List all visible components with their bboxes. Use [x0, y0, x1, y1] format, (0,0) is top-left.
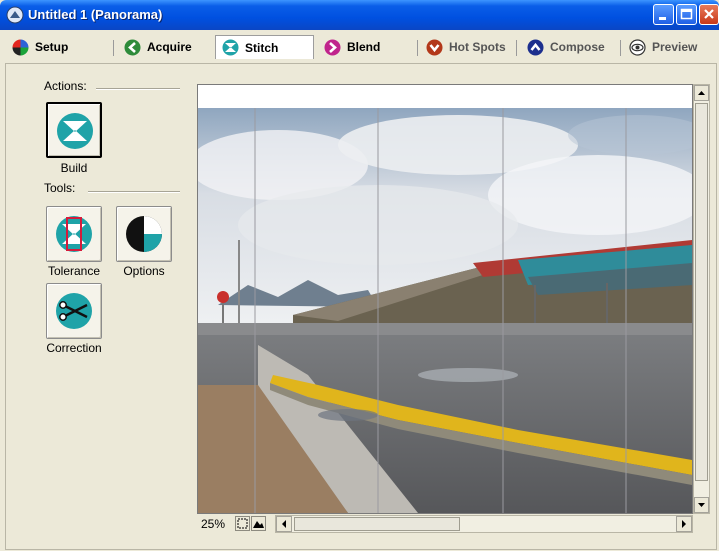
divider	[88, 191, 180, 193]
options-button[interactable]	[116, 206, 172, 262]
build-button[interactable]	[46, 102, 102, 158]
build-label: Build	[60, 161, 88, 175]
minimize-button[interactable]	[653, 4, 674, 25]
panorama-image	[198, 85, 692, 513]
arrow-right-icon	[682, 520, 686, 528]
options-icon	[126, 216, 162, 252]
blend-arrow-icon	[324, 39, 341, 55]
tab-stitch[interactable]: Stitch	[215, 35, 314, 59]
tab-label: Acquire	[147, 40, 192, 54]
correction-button[interactable]	[46, 283, 102, 339]
scroll-up-button[interactable]	[694, 85, 709, 101]
tab-hot-spots[interactable]: Hot Spots	[422, 36, 514, 58]
tolerance-icon	[56, 216, 92, 252]
tab-separator	[113, 40, 114, 56]
divider	[96, 88, 180, 90]
scroll-down-button[interactable]	[694, 497, 709, 513]
title-bar: Untitled 1 (Panorama)	[0, 0, 719, 30]
tolerance-button[interactable]	[46, 206, 102, 262]
actions-group-label: Actions:	[44, 79, 87, 93]
mountain-icon	[253, 521, 264, 528]
acquire-arrow-icon	[124, 39, 141, 55]
vertical-scrollbar[interactable]	[693, 84, 710, 514]
tab-label: Compose	[550, 40, 605, 54]
hotspots-arrow-icon	[426, 39, 443, 55]
setup-icon	[12, 39, 29, 55]
app-icon	[6, 6, 24, 24]
tab-label: Stitch	[245, 40, 279, 55]
vertical-scroll-thumb[interactable]	[695, 103, 708, 481]
horizontal-scrollbar[interactable]	[275, 515, 693, 533]
close-button[interactable]	[699, 4, 719, 25]
maximize-icon	[680, 8, 693, 20]
horizontal-scroll-thumb[interactable]	[294, 517, 460, 531]
arrow-up-icon	[698, 91, 705, 95]
stitch-icon	[222, 39, 239, 56]
tab-label: Hot Spots	[449, 40, 506, 54]
fit-view-icon	[237, 518, 248, 529]
window-title: Untitled 1 (Panorama)	[28, 7, 163, 22]
scroll-left-button[interactable]	[276, 516, 292, 532]
maximize-button[interactable]	[676, 4, 697, 25]
preview-eye-icon	[629, 38, 646, 56]
tab-preview[interactable]: Preview	[625, 36, 719, 58]
arrow-down-icon	[698, 503, 705, 507]
scroll-right-button[interactable]	[676, 516, 692, 532]
zoom-level[interactable]: 25%	[201, 517, 225, 531]
minimize-icon	[659, 17, 666, 20]
image-mode-button[interactable]	[251, 516, 266, 531]
tab-setup[interactable]: Setup	[6, 36, 106, 58]
arrow-left-icon	[282, 520, 286, 528]
options-label: Options	[123, 264, 165, 278]
tolerance-label: Tolerance	[47, 264, 101, 278]
tab-separator	[620, 40, 621, 56]
close-icon	[704, 9, 714, 19]
tab-label: Blend	[347, 40, 381, 54]
tab-blend[interactable]: Blend	[318, 36, 413, 58]
compose-arrow-icon	[527, 39, 544, 55]
tab-compose[interactable]: Compose	[521, 36, 617, 58]
correction-label: Correction	[46, 341, 102, 355]
tab-separator	[516, 40, 517, 56]
scissors-icon	[56, 293, 92, 329]
fit-view-button[interactable]	[235, 516, 250, 531]
tab-label: Setup	[35, 40, 69, 54]
panorama-viewport[interactable]	[197, 84, 693, 514]
tab-separator	[417, 40, 418, 56]
tab-acquire[interactable]: Acquire	[118, 36, 213, 58]
tab-label: Preview	[652, 40, 698, 54]
build-icon	[57, 113, 93, 149]
tools-group-label: Tools:	[44, 181, 76, 195]
